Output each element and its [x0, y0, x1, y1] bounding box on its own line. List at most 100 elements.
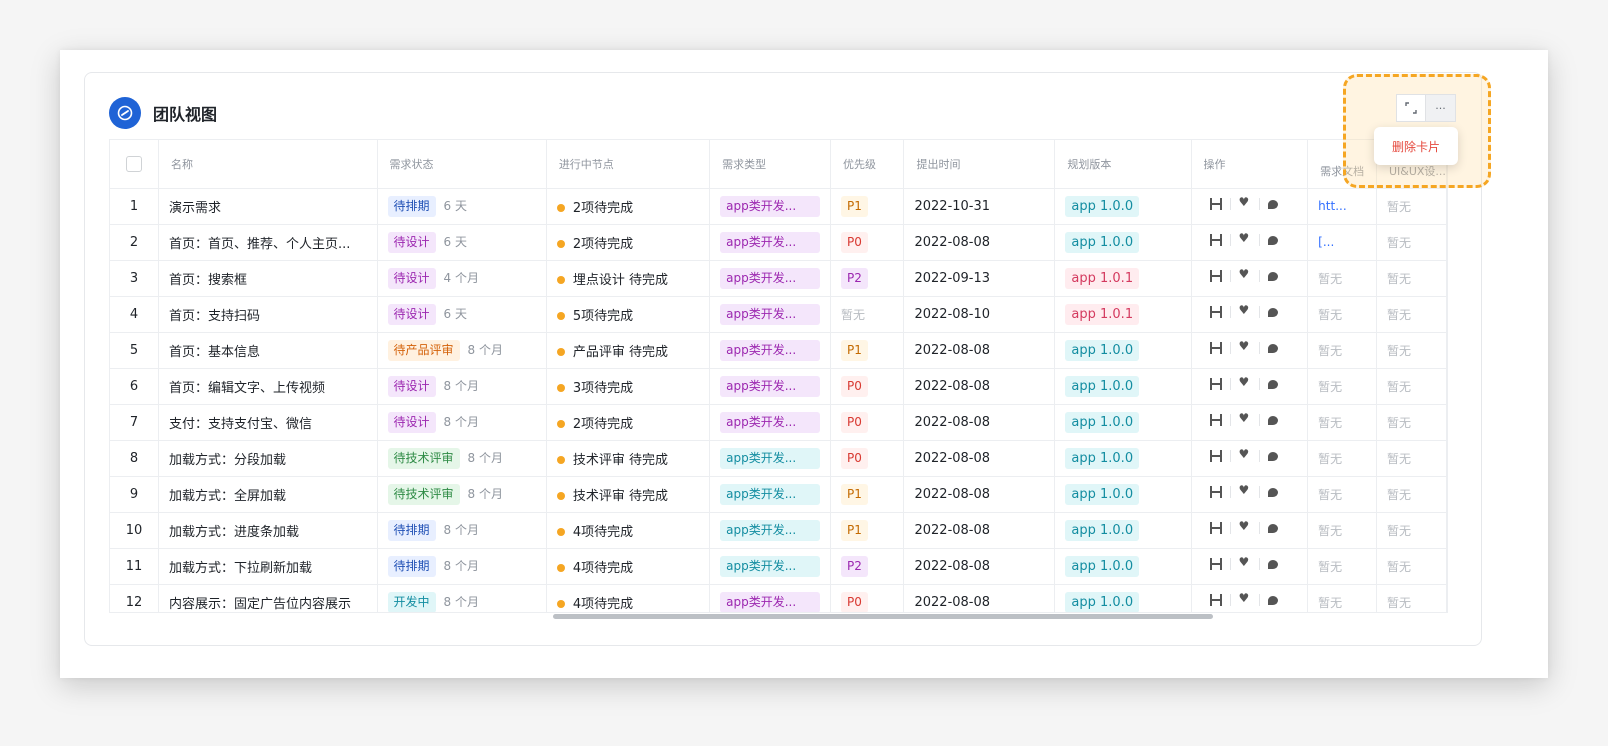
- doc-link: 暂无: [1318, 307, 1343, 322]
- operations-cell: [1191, 440, 1309, 477]
- ui-cell: 暂无: [1376, 512, 1447, 549]
- column-header[interactable]: 名称: [158, 140, 378, 189]
- heart-icon[interactable]: [1239, 447, 1251, 462]
- doc-link[interactable]: [...: [1318, 235, 1334, 249]
- delete-card-menu-item[interactable]: 删除卡片: [1374, 127, 1458, 165]
- priority-tag: P1: [840, 519, 868, 541]
- column-header[interactable]: 优先级: [830, 140, 905, 189]
- table-row[interactable]: 10 加载方式：进度条加载 待排期 8 个月 4项待完成 app类开发... P1 2022-…: [110, 512, 1447, 549]
- version-cell: app 1.0.0: [1054, 368, 1192, 405]
- horizontal-scrollbar[interactable]: [553, 614, 1213, 619]
- table-row[interactable]: 5 首页：基本信息 待产品评审 8 个月 产品评审 待完成 app类开发... P1 2022…: [110, 332, 1447, 369]
- status-tag: 待技术评审: [387, 447, 460, 469]
- node-cell: 技术评审 待完成: [546, 440, 711, 477]
- comment-icon[interactable]: [1267, 415, 1278, 425]
- comment-icon[interactable]: [1267, 487, 1278, 497]
- grid-icon[interactable]: [1209, 306, 1222, 318]
- table-row[interactable]: 4 首页：支持扫码 待设计 6 天 5项待完成 app类开发... 暂无 2022-08-10…: [110, 296, 1447, 333]
- table-row[interactable]: 11 加载方式：下拉刷新加载 待排期 8 个月 4项待完成 app类开发... P2 2022…: [110, 548, 1447, 585]
- row-number: 3: [110, 260, 159, 297]
- operations-cell: [1191, 512, 1309, 549]
- select-all-checkbox[interactable]: [110, 140, 159, 189]
- heart-icon[interactable]: [1239, 483, 1251, 498]
- column-header[interactable]: 操作: [1191, 140, 1309, 189]
- comment-icon[interactable]: [1267, 595, 1278, 605]
- comment-icon[interactable]: [1267, 271, 1278, 281]
- grid-icon[interactable]: [1209, 198, 1222, 210]
- type-cell: app类开发...: [709, 548, 831, 585]
- grid-icon[interactable]: [1209, 558, 1222, 570]
- operations-cell: [1191, 404, 1309, 441]
- heart-icon[interactable]: [1239, 375, 1251, 390]
- table-row[interactable]: 1 演示需求 待排期 6 天 2项待完成 app类开发... P1 2022-10-31 app…: [110, 188, 1447, 225]
- table-row[interactable]: 12 内容展示：固定广告位内容展示 开发中 8 个月 4项待完成 app类开发... P0 2…: [110, 584, 1447, 612]
- requirements-table[interactable]: 名称 需求状态 进行中节点 需求类型 优先级 提出时间 规划版本 操作 需求文档…: [109, 139, 1448, 613]
- grid-icon[interactable]: [1209, 378, 1222, 390]
- node-cell: 技术评审 待完成: [546, 476, 711, 513]
- heart-icon[interactable]: [1239, 195, 1251, 210]
- column-header[interactable]: 需求类型: [709, 140, 831, 189]
- status-tag: 待技术评审: [387, 483, 460, 505]
- team-view-card: 团队视图 名称 需求状态 进行中节点 需求类型 优先级 提出时间 规划版本 操作…: [84, 72, 1482, 646]
- node-cell: 4项待完成: [546, 584, 711, 612]
- grid-icon[interactable]: [1209, 270, 1222, 282]
- ui-value: 暂无: [1386, 451, 1411, 466]
- node-cell: 埋点设计 待完成: [546, 260, 711, 297]
- heart-icon[interactable]: [1239, 267, 1251, 282]
- team-logo-icon: [109, 97, 141, 129]
- column-header[interactable]: 规划版本: [1054, 140, 1192, 189]
- type-cell: app类开发...: [709, 296, 831, 333]
- ui-value: 暂无: [1386, 271, 1411, 286]
- divider: [1258, 594, 1260, 606]
- column-header[interactable]: 需求状态: [377, 140, 547, 189]
- table-row[interactable]: 2 首页：首页、推荐、个人主页... 待设计 6 天 2项待完成 app类开发... P0 2…: [110, 224, 1447, 261]
- version-cell: app 1.0.1: [1054, 260, 1192, 297]
- type-tag: app类开发...: [720, 447, 821, 469]
- table-row[interactable]: 6 首页：编辑文字、上传视频 待设计 8 个月 3项待完成 app类开发... P0 2022…: [110, 368, 1447, 405]
- doc-cell: 暂无: [1307, 476, 1377, 513]
- divider: [1258, 270, 1260, 282]
- column-header[interactable]: 提出时间: [903, 140, 1056, 189]
- more-options-button[interactable]: ···: [1426, 94, 1456, 122]
- heart-icon[interactable]: [1239, 555, 1251, 570]
- priority-cell: P0: [830, 224, 905, 261]
- table-row[interactable]: 7 支付：支持支付宝、微信 待设计 8 个月 2项待完成 app类开发... P0 2022-…: [110, 404, 1447, 441]
- version-cell: app 1.0.0: [1054, 548, 1192, 585]
- heart-icon[interactable]: [1239, 303, 1251, 318]
- table-row[interactable]: 8 加载方式：分段加载 待技术评审 8 个月 技术评审 待完成 app类开发... P0 20…: [110, 440, 1447, 477]
- expand-icon[interactable]: [1396, 94, 1426, 122]
- divider: [1229, 234, 1231, 246]
- doc-link[interactable]: htt...: [1318, 199, 1346, 213]
- node-text: 3项待完成: [572, 380, 634, 396]
- divider: [1229, 450, 1231, 462]
- grid-icon[interactable]: [1209, 522, 1222, 534]
- status-dot-icon: [556, 492, 565, 500]
- version-tag: app 1.0.1: [1065, 303, 1140, 325]
- heart-icon[interactable]: [1239, 519, 1251, 534]
- comment-icon[interactable]: [1267, 451, 1278, 461]
- comment-icon[interactable]: [1267, 199, 1278, 209]
- heart-icon[interactable]: [1239, 411, 1251, 426]
- comment-icon[interactable]: [1267, 523, 1278, 533]
- doc-cell: 暂无: [1307, 368, 1377, 405]
- comment-icon[interactable]: [1267, 307, 1278, 317]
- duration-text: 6 天: [443, 234, 467, 249]
- divider: [1258, 414, 1260, 426]
- heart-icon[interactable]: [1239, 339, 1251, 354]
- comment-icon[interactable]: [1267, 559, 1278, 569]
- grid-icon[interactable]: [1209, 414, 1222, 426]
- table-row[interactable]: 9 加载方式：全屏加载 待技术评审 8 个月 技术评审 待完成 app类开发... P1 20…: [110, 476, 1447, 513]
- grid-icon[interactable]: [1209, 234, 1222, 246]
- date-cell: 2022-08-08: [903, 440, 1056, 477]
- heart-icon[interactable]: [1239, 231, 1251, 246]
- grid-icon[interactable]: [1209, 450, 1222, 462]
- table-row[interactable]: 3 首页：搜索框 待设计 4 个月 埋点设计 待完成 app类开发... P2 2022-09…: [110, 260, 1447, 297]
- column-header[interactable]: 进行中节点: [546, 140, 711, 189]
- comment-icon[interactable]: [1267, 235, 1278, 245]
- grid-icon[interactable]: [1209, 594, 1222, 606]
- comment-icon[interactable]: [1267, 343, 1278, 353]
- grid-icon[interactable]: [1209, 342, 1222, 354]
- comment-icon[interactable]: [1267, 379, 1278, 389]
- grid-icon[interactable]: [1209, 486, 1222, 498]
- heart-icon[interactable]: [1239, 591, 1251, 606]
